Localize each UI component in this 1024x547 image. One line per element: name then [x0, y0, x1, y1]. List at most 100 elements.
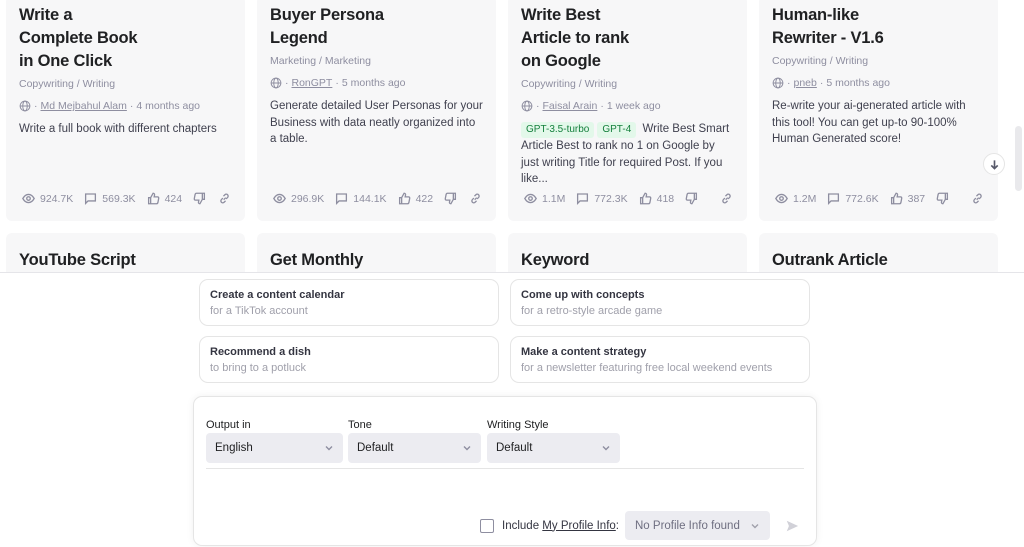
likes-count: 387 — [907, 192, 926, 205]
card-stats: 1.1M 772.3K 418 — [524, 192, 733, 205]
views-count: 1.1M — [542, 192, 566, 205]
suggestion-subtitle: for a TikTok account — [210, 305, 308, 317]
card-stats: 1.2M 772.6K 387 — [775, 192, 984, 205]
prompt-card[interactable]: Write Best Article to rank on Google Cop… — [508, 0, 747, 221]
card-title-line: Human-like — [772, 6, 859, 24]
views-count: 924.7K — [40, 192, 74, 205]
writing-style-field: Writing Style Default — [487, 418, 620, 463]
views-count: 1.2M — [793, 192, 817, 205]
suggestion-button[interactable]: Come up with concepts for a retro-style … — [510, 279, 810, 326]
include-profile-checkbox[interactable] — [480, 518, 495, 533]
author-link[interactable]: RonGPT — [292, 76, 333, 90]
comments-count: 569.3K — [102, 192, 136, 205]
comment-icon — [336, 193, 348, 205]
comment-icon — [828, 193, 840, 205]
meta-separator: · — [600, 100, 604, 112]
copy-link-button[interactable] — [218, 192, 231, 205]
globe-icon — [521, 100, 533, 112]
like-button[interactable]: 418 — [639, 192, 674, 205]
comments-count: 772.3K — [594, 192, 628, 205]
send-button[interactable] — [782, 516, 802, 536]
output-language-select[interactable]: English — [206, 433, 343, 463]
suggestion-title: Create a content calendar — [210, 289, 345, 301]
comments-stat: 772.6K — [827, 192, 879, 205]
composer-divider — [206, 468, 804, 469]
suggestion-title: Make a content strategy — [521, 346, 647, 358]
prompt-card[interactable]: Write a Complete Book in One Click Copyw… — [6, 0, 245, 221]
suggestion-title: Recommend a dish — [210, 346, 311, 358]
scrollbar-thumb[interactable] — [1015, 126, 1022, 191]
like-button[interactable]: 424 — [147, 192, 182, 205]
output-language-label: Output in — [206, 419, 251, 431]
card-meta: · Md Mejbahul Alam · 4 months ago — [19, 99, 232, 113]
suggestion-button[interactable]: Recommend a dish to bring to a potluck — [199, 336, 499, 383]
card-stats: 924.7K 569.3K 424 — [22, 192, 231, 205]
dislike-button[interactable] — [193, 192, 206, 205]
card-title: Write a Complete Book in One Click — [19, 4, 232, 73]
card-title-line: in One Click — [19, 52, 112, 70]
card-title: Human-like Rewriter - V1.6 — [772, 4, 985, 50]
eye-icon — [524, 193, 537, 204]
thumbs-up-icon — [890, 192, 903, 205]
likes-count: 422 — [415, 192, 434, 205]
comments-stat: 772.3K — [576, 192, 628, 205]
author-link[interactable]: Faisal Arain — [543, 99, 598, 113]
card-title-line: Write Best — [521, 6, 601, 24]
meta-separator: · — [819, 77, 824, 89]
send-icon — [786, 520, 799, 531]
comments-stat: 144.1K — [335, 192, 387, 205]
like-button[interactable]: 387 — [890, 192, 926, 205]
copy-link-button[interactable] — [971, 192, 984, 205]
card-title-line: Write a — [19, 6, 73, 24]
prompt-card[interactable]: Buyer Persona Legend Marketing / Marketi… — [257, 0, 496, 221]
copy-link-button[interactable] — [720, 192, 733, 205]
meta-separator: · — [285, 77, 289, 89]
card-title: Write Best Article to rank on Google — [521, 4, 734, 73]
include-prefix: Include — [502, 519, 543, 532]
scroll-to-bottom-button[interactable] — [983, 153, 1005, 175]
suggestion-button[interactable]: Create a content calendar for a TikTok a… — [199, 279, 499, 326]
card-category: Copywriting / Writing — [19, 78, 116, 90]
comment-icon — [577, 193, 589, 205]
author-link[interactable]: Md Mejbahul Alam — [41, 99, 127, 113]
globe-icon — [270, 77, 282, 89]
eye-icon — [273, 193, 286, 204]
comment-icon — [85, 193, 97, 205]
prompt-card[interactable]: Outrank Article — [759, 233, 998, 272]
meta-separator: · — [34, 100, 38, 112]
card-title-line: Rewriter - V1.6 — [772, 29, 884, 47]
prompt-card[interactable]: Human-like Rewriter - V1.6 Copywriting /… — [759, 0, 998, 221]
suggestion-subtitle: for a newsletter featuring free local we… — [521, 362, 773, 374]
writing-style-label: Writing Style — [487, 419, 549, 431]
dislike-button[interactable] — [444, 192, 457, 205]
prompt-card[interactable]: Get Monthly — [257, 233, 496, 272]
writing-style-value: Default — [496, 442, 533, 454]
thumbs-up-icon — [398, 192, 410, 205]
profile-info-select[interactable]: No Profile Info found — [625, 511, 770, 540]
arrow-down-icon — [990, 159, 998, 170]
writing-style-select[interactable]: Default — [487, 433, 620, 463]
meta-separator: · — [787, 77, 791, 89]
tone-select[interactable]: Default — [348, 433, 481, 463]
prompt-card[interactable]: Keyword — [508, 233, 747, 272]
prompt-card[interactable]: YouTube Script — [6, 233, 245, 272]
tone-label: Tone — [348, 419, 372, 431]
card-description: Re-write your ai-generated article with … — [772, 100, 966, 145]
copy-link-button[interactable] — [469, 192, 482, 205]
link-icon — [471, 193, 480, 204]
profile-info-value: No Profile Info found — [635, 519, 740, 532]
card-title-line: on Google — [521, 52, 601, 70]
author-link[interactable]: pneb — [794, 76, 817, 90]
eye-icon — [775, 193, 788, 204]
dislike-button[interactable] — [685, 192, 698, 205]
thumbs-down-icon — [193, 192, 206, 205]
dislike-button[interactable] — [936, 192, 949, 205]
card-title-line: Article to rank — [521, 29, 629, 47]
card-title: Outrank Article — [772, 251, 888, 269]
suggestion-title: Come up with concepts — [521, 289, 645, 301]
comments-stat: 569.3K — [84, 192, 136, 205]
my-profile-info-link[interactable]: My Profile Info — [542, 520, 616, 532]
suggestion-button[interactable]: Make a content strategy for a newsletter… — [510, 336, 810, 383]
like-button[interactable]: 422 — [398, 192, 434, 205]
eye-icon — [22, 193, 35, 204]
